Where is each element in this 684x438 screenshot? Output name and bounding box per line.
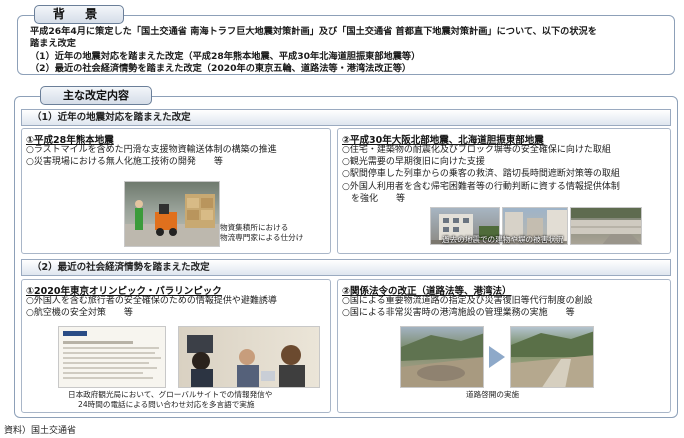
list-item: ○ラストマイルを含めた円滑な支援物資輸送体制の構築の推進 <box>26 145 277 155</box>
source-note: 資料）国土交通省 <box>4 426 77 436</box>
background-line: （2）最近の社会経済情勢を踏まえた改定（2020年の東京五輪、道路法等・港湾法改… <box>30 63 412 75</box>
section1-right-box: ②平成30年大阪北部地震、北海道胆振東部地震 ○住宅・建築物の耐震化及びブロック… <box>337 128 671 254</box>
section2-right-box: ②関係法令の改正（道路法等、港湾法） ○国による重要物流道路の指定及び災害復旧等… <box>337 279 671 413</box>
main-title: 主な改定内容 <box>40 86 152 105</box>
section1-left-caption: 物資集積所における 物流専門家による仕分け <box>220 223 303 243</box>
section2-left-caption: 日本政府観光局において、グローバルサイトでの情報発信や 24時間の電話による問い… <box>68 390 272 410</box>
arrow-right-icon <box>489 346 505 368</box>
section2-right-caption: 道路啓開の実施 <box>466 390 520 399</box>
section1-right-caption: 過去の地震での建物や塀の被害状況 <box>442 235 564 244</box>
main-box: （1）近年の地震対応を踏まえた改定 ①平成28年熊本地震 ○ラストマイルを含めた… <box>14 96 678 418</box>
background-title: 背 景 <box>34 5 124 24</box>
caption-line: 24時間の電話による問い合わせ対応を多言語で実施 <box>78 400 255 409</box>
list-item: ○外国人を含む旅行者の安全確保のための情報提供や避難誘導 <box>26 296 277 306</box>
background-line: 踏まえ改定 <box>30 38 76 50</box>
section1-left-items: ○ラストマイルを含めた円滑な支援物資輸送体制の構築の推進 ○災害現場における無人… <box>26 144 277 168</box>
list-item: ○航空機の安全対策 等 <box>26 308 133 319</box>
section1-left-box: ①平成28年熊本地震 ○ラストマイルを含めた円滑な支援物資輸送体制の構築の推進 … <box>21 128 331 254</box>
wall-illustration <box>571 208 641 244</box>
road-before-photo <box>400 326 484 388</box>
list-item: ○外国人利用者を含む帰宅困難者等の行動判断に資する情報提供体制 <box>342 181 620 192</box>
call-center-photo <box>178 326 320 388</box>
list-item: ○国による非常災害時の港湾施設の管理業務の実施 等 <box>342 308 575 319</box>
section2-right-items: ○国による重要物流道路の指定及び災害復旧等代行制度の創設 ○国による非常災害時の… <box>342 295 593 319</box>
list-item: ○駅間停車した列車からの乗客の救済、踏切長時間遮断対策等の取組 <box>342 169 620 180</box>
caption-line: 物流専門家による仕分け <box>220 233 304 242</box>
list-item: ○観光需要の早期復旧に向けた支援 <box>342 157 485 168</box>
section2-left-box: ①2020年東京オリンピック・パラリンピック ○外国人を含む旅行者の安全確保のた… <box>21 279 331 413</box>
caption-line: 物資集積所における <box>220 223 289 232</box>
wall-damage-photo <box>570 207 642 245</box>
list-item: ○災害現場における無人化施工技術の開発 等 <box>26 157 223 168</box>
section2-left-items: ○外国人を含む旅行者の安全確保のための情報提供や避難誘導 ○航空機の安全対策 等 <box>26 295 277 319</box>
background-line: 平成26年4月に策定した「国土交通省 南海トラフ巨大地震対策計画」及び「国土交通… <box>30 26 597 37</box>
road-after-photo <box>510 326 594 388</box>
road-before-illustration <box>401 333 483 387</box>
warehouse-photo <box>124 181 220 247</box>
list-item: を強化 等 <box>342 193 406 204</box>
road-after-illustration <box>511 331 593 387</box>
section1-header: （1）近年の地震対応を踏まえた改定 <box>21 109 671 126</box>
website-illustration <box>63 331 161 379</box>
website-screenshot <box>58 326 166 388</box>
background-box: 平成26年4月に策定した「国土交通省 南海トラフ巨大地震対策計画」及び「国土交通… <box>17 15 675 75</box>
call-center-illustration <box>187 335 305 387</box>
section2-header: （2）最近の社会経済情勢を踏まえた改定 <box>21 259 671 276</box>
caption-line: 日本政府観光局において、グローバルサイトでの情報発信や <box>68 390 273 399</box>
list-item: ○国による重要物流道路の指定及び災害復旧等代行制度の創設 <box>342 296 593 306</box>
list-item: ○住宅・建築物の耐震化及びブロック塀等の安全確保に向けた取組 <box>342 145 611 155</box>
section1-right-items: ○住宅・建築物の耐震化及びブロック塀等の安全確保に向けた取組 ○観光需要の早期復… <box>342 144 620 205</box>
background-line: （1）近年の地震対応を踏まえた改定（平成28年熊本地震、平成30年北海道胆振東部… <box>30 50 421 62</box>
warehouse-illustration <box>125 194 219 246</box>
